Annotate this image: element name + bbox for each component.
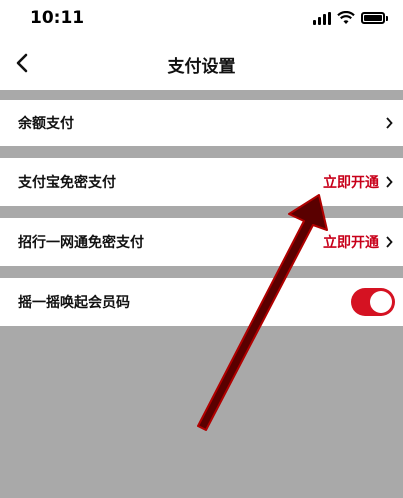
page-title: 支付设置 <box>167 57 236 77</box>
status-bar: 10:11 <box>0 0 403 36</box>
row-label: 支付宝免密支付 <box>18 175 116 191</box>
navigation-bar: 支付设置 <box>0 36 403 90</box>
row-shake-member-code: 摇一摇唤起会员码 <box>0 278 403 326</box>
toggle-knob <box>370 291 392 313</box>
row-label: 余额支付 <box>18 116 74 132</box>
status-time: 10:11 <box>30 8 85 28</box>
activate-now-link[interactable]: 立即开通 <box>323 172 379 192</box>
activate-now-link[interactable]: 立即开通 <box>323 232 379 252</box>
shake-toggle-switch[interactable] <box>351 288 395 316</box>
section-gap <box>0 206 403 218</box>
status-icons <box>313 10 388 26</box>
chevron-right-icon <box>386 176 393 188</box>
row-cmb-passwordless[interactable]: 招行一网通免密支付 立即开通 <box>0 218 403 266</box>
row-balance-pay[interactable]: 余额支付 <box>0 100 403 146</box>
chevron-right-icon <box>386 236 393 248</box>
row-alipay-passwordless[interactable]: 支付宝免密支付 立即开通 <box>0 158 403 206</box>
section-gap <box>0 266 403 278</box>
chevron-right-icon <box>386 117 393 129</box>
battery-icon <box>361 12 388 24</box>
section-gap <box>0 146 403 158</box>
row-label: 招行一网通免密支付 <box>18 235 144 251</box>
row-label: 摇一摇唤起会员码 <box>18 295 130 311</box>
wifi-icon <box>337 11 355 24</box>
signal-icon <box>313 11 331 25</box>
section-gap <box>0 90 403 100</box>
